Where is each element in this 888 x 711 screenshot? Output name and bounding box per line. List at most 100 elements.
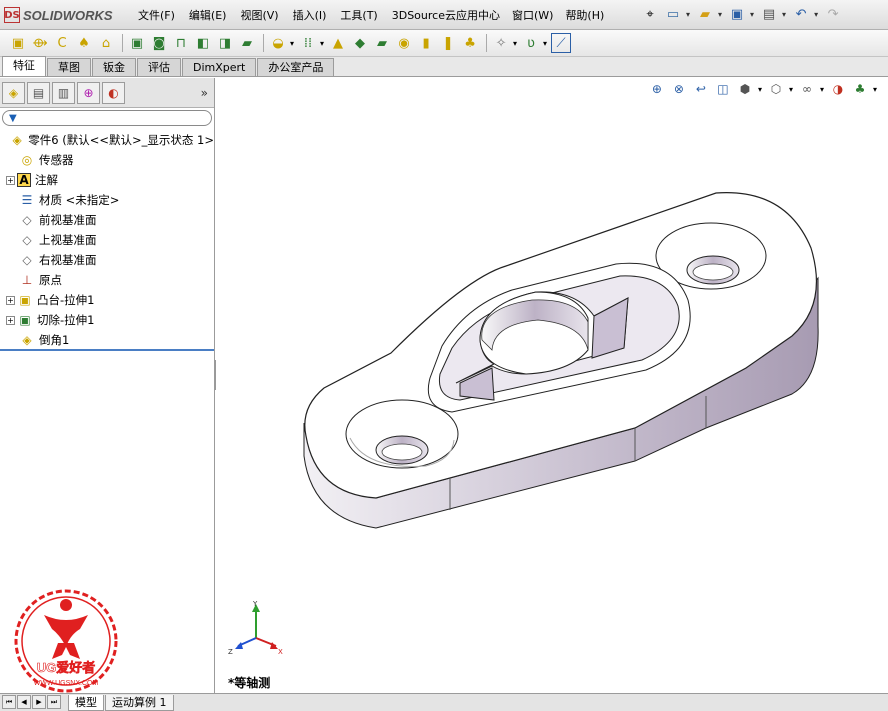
save-icon[interactable]: ▣ (727, 4, 747, 24)
menu-tools[interactable]: 工具(T) (340, 7, 377, 23)
boundary-boss-icon[interactable]: ⌂ (96, 33, 116, 53)
tab-features[interactable]: 特征 (2, 56, 46, 76)
more-tabs-icon[interactable]: » (201, 86, 208, 100)
tree-item-label: 倒角1 (39, 333, 70, 347)
configuration-manager-tab-icon[interactable]: ▥ (52, 81, 75, 104)
next-tab-icon[interactable]: ▶ (32, 695, 46, 709)
menu-view[interactable]: 视图(V) (240, 7, 278, 23)
last-tab-icon[interactable]: ⏭ (47, 695, 61, 709)
quick-access-toolbar: ⌖ ▭ ▾ ▰ ▾ ▣ ▾ ▤ ▾ ↶ ▾ ↷ (640, 4, 846, 24)
mirror-icon[interactable]: ▮ (416, 33, 436, 53)
undo-icon[interactable]: ↶ (791, 4, 811, 24)
revolved-boss-icon[interactable]: ⟴ (30, 33, 50, 53)
tab-sketch[interactable]: 草图 (47, 58, 91, 76)
feature-manager-tab-icon[interactable]: ◈ (2, 81, 25, 104)
tree-item-sensors[interactable]: ◎ 传感器 (0, 150, 214, 170)
open-icon[interactable]: ▰ (695, 4, 715, 24)
intersect-icon[interactable]: ❚ (438, 33, 458, 53)
view-orientation-label: *等轴测 (228, 676, 271, 690)
tab-evaluate[interactable]: 评估 (137, 58, 181, 76)
extruded-boss-icon[interactable]: ▣ (8, 33, 28, 53)
instant3d-icon[interactable]: ⟋ (551, 33, 572, 53)
tree-item-top-plane[interactable]: ◇ 上视基准面 (0, 230, 214, 250)
expand-icon[interactable]: + (6, 315, 15, 325)
graphics-area[interactable]: ⊕ ⊗ ↩ ◫ ⬢ ▾ ⬡ ▾ ∞ ▾ ◑ ♣ ▾ Y X Z *等轴测 (216, 78, 888, 693)
tree-item-front-plane[interactable]: ◇ 前视基准面 (0, 210, 214, 230)
dimxpert-manager-tab-icon[interactable]: ⊕ (77, 81, 100, 104)
reference-geometry-icon[interactable]: ✧ (491, 33, 511, 53)
menu-edit[interactable]: 编辑(E) (189, 7, 227, 23)
tab-office-products[interactable]: 办公室产品 (257, 58, 335, 76)
tab-model[interactable]: 模型 (68, 695, 104, 711)
expand-icon[interactable]: + (6, 295, 15, 305)
menu-insert[interactable]: 插入(I) (293, 7, 327, 23)
expand-icon[interactable]: + (6, 175, 15, 185)
tree-item-label: 传感器 (39, 153, 74, 167)
tab-dimxpert[interactable]: DimXpert (182, 58, 257, 76)
boss-extrude-icon: ▣ (19, 293, 31, 307)
redo-icon[interactable]: ↷ (823, 4, 843, 24)
tree-item-label: 右视基准面 (39, 253, 97, 267)
fillet-icon[interactable]: ◒ (268, 33, 288, 53)
menu-file[interactable]: 文件(F) (138, 7, 175, 23)
print-icon[interactable]: ▤ (759, 4, 779, 24)
menu-window[interactable]: 窗口(W) (512, 7, 553, 23)
tree-item-label: 原点 (39, 273, 62, 287)
draft-icon[interactable]: ▰ (372, 33, 392, 53)
tree-item-right-plane[interactable]: ◇ 右视基准面 (0, 250, 214, 270)
extruded-cut-icon[interactable]: ▣ (127, 33, 147, 53)
sensor-icon: ◎ (21, 153, 33, 167)
plane-icon: ◇ (22, 213, 32, 227)
app-logo[interactable]: DS SOLIDWORKS (4, 5, 122, 25)
first-tab-icon[interactable]: ⏮ (2, 695, 16, 709)
shell-icon[interactable]: ◉ (394, 33, 414, 53)
ugsnx-watermark-logo: UG爱好者 WWW.UGSNX.COM (14, 589, 118, 693)
hole-wizard-icon[interactable]: ◙ (149, 33, 169, 53)
tree-item-chamfer[interactable]: ◈ 倒角1 (0, 330, 214, 350)
revolved-cut-icon[interactable]: ⊓ (171, 33, 191, 53)
rib-icon[interactable]: ▲ (328, 33, 348, 53)
origin-icon: ⊥ (21, 273, 33, 287)
toolbar-separator (486, 34, 488, 52)
lofted-boss-icon[interactable]: ♠ (74, 33, 94, 53)
menu-help[interactable]: 帮助(H) (565, 7, 604, 23)
swept-cut-icon[interactable]: ◧ (193, 33, 213, 53)
toolbar-separator (263, 34, 264, 52)
display-manager-tab-icon[interactable]: ◐ (102, 81, 125, 104)
menu-3dsource[interactable]: 3DSource云应用中心 (392, 7, 500, 23)
part-model-3d[interactable] (216, 78, 888, 693)
tree-item-label: 凸台-拉伸1 (37, 293, 95, 307)
tree-root-part[interactable]: ◈ 零件6 (默认<<默认>_显示状态 1> (0, 130, 214, 150)
cut-extrude-icon: ▣ (19, 313, 31, 327)
swept-boss-icon[interactable]: C (52, 33, 72, 53)
tree-item-cut-extrude[interactable]: + ▣ 切除-拉伸1 (0, 310, 214, 330)
triad-x-label: X (278, 648, 283, 656)
tree-item-label: 注解 (35, 173, 58, 187)
tab-sheet-metal[interactable]: 钣金 (92, 58, 136, 76)
tree-filter-input[interactable]: ▼ (2, 110, 212, 126)
tree-item-boss-extrude[interactable]: + ▣ 凸台-拉伸1 (0, 290, 214, 310)
prev-tab-icon[interactable]: ◀ (17, 695, 31, 709)
wrap-icon[interactable]: ◆ (350, 33, 370, 53)
lofted-cut-icon[interactable]: ◨ (215, 33, 235, 53)
main-menu: 文件(F) 编辑(E) 视图(V) 插入(I) 工具(T) 3DSource云应… (138, 7, 616, 23)
tree-item-label: 上视基准面 (39, 233, 97, 247)
tree-item-annotations[interactable]: + A 注解 (0, 170, 214, 190)
tree-root-label: 零件6 (默认<<默认>_显示状态 1> (28, 133, 214, 147)
boundary-cut-icon[interactable]: ▰ (237, 33, 257, 53)
tree-item-material[interactable]: ☰ 材质 <未指定> (0, 190, 214, 210)
linear-pattern-icon[interactable]: ⁞⁞ (298, 33, 318, 53)
coordinate-triad: Y X Z (228, 600, 283, 656)
material-icon: ☰ (21, 193, 33, 207)
property-manager-tab-icon[interactable]: ▤ (27, 81, 50, 104)
filter-icon: ▼ (9, 112, 17, 124)
new-document-icon[interactable]: ▭ (663, 4, 683, 24)
tree-item-origin[interactable]: ⊥ 原点 (0, 270, 214, 290)
tab-motion-study-1[interactable]: 运动算例 1 (105, 695, 174, 711)
manager-tabs: ◈ ▤ ▥ ⊕ ◐ » (0, 78, 214, 108)
curves-icon[interactable]: ʋ (521, 33, 541, 53)
menu-bar: DS SOLIDWORKS 文件(F) 编辑(E) 视图(V) 插入(I) 工具… (0, 0, 888, 30)
rollback-bar[interactable] (0, 349, 214, 351)
pin-icon[interactable]: ⌖ (640, 4, 660, 24)
dome-icon[interactable]: ♣ (460, 33, 480, 53)
